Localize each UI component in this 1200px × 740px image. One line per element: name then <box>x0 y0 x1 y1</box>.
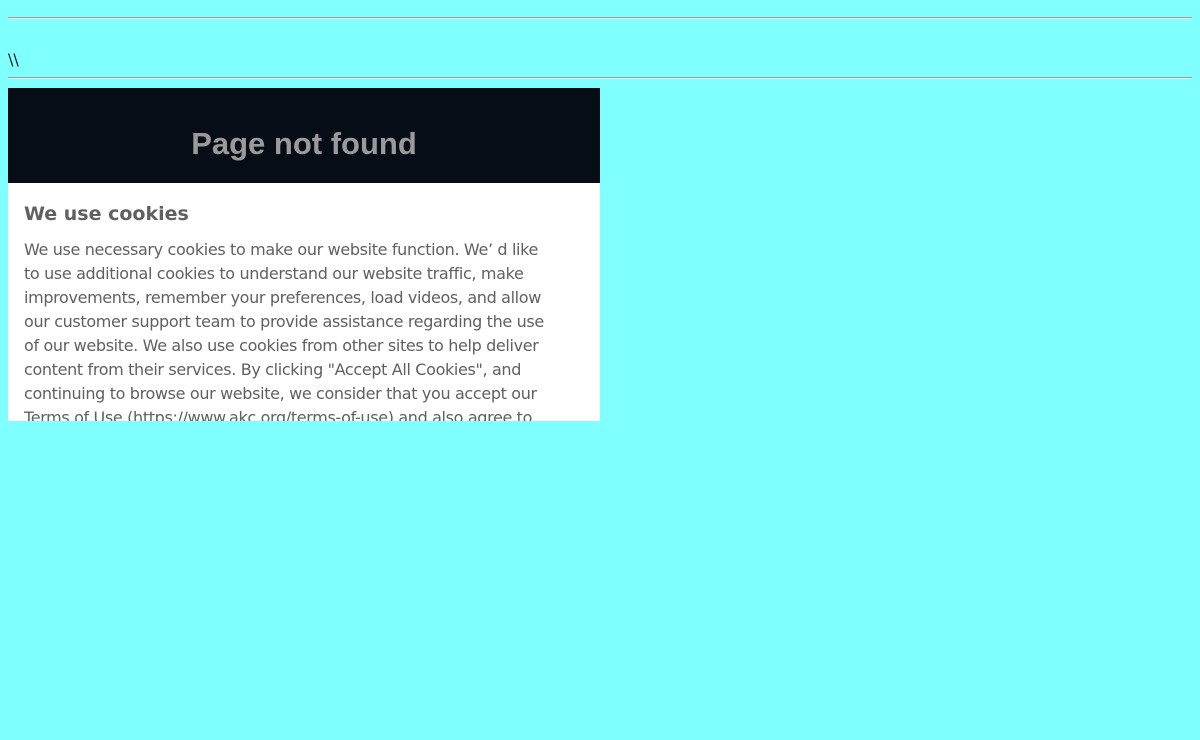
cookie-notice-text: We use necessary cookies to make our web… <box>24 238 544 421</box>
backslash-text: \\ <box>8 50 19 69</box>
embedded-frame: Page not found We use cookies We use nec… <box>8 88 600 421</box>
top-horizontal-rule <box>8 17 1192 19</box>
cookie-text-line: content from their services. By clicking… <box>24 360 522 379</box>
cookie-text-line: Terms of Use (https://www.akc.org/terms-… <box>24 408 533 421</box>
cookie-text-line: our customer support team to provide ass… <box>24 312 544 331</box>
page-not-found-banner: Page not found <box>8 88 600 183</box>
cookie-notice-title: We use cookies <box>24 203 189 225</box>
page-title: Page not found <box>191 125 417 161</box>
page: \\ Page not found We use cookies We use … <box>8 0 1192 740</box>
cookie-text-line: of our website. We also use cookies from… <box>24 336 539 355</box>
cookie-text-line: continuing to browse our website, we con… <box>24 384 537 403</box>
cookie-notice-panel: We use cookies We use necessary cookies … <box>8 183 600 421</box>
cookie-text-line: to use additional cookies to understand … <box>24 264 524 283</box>
cookie-text-line: We use necessary cookies to make our web… <box>24 240 538 259</box>
bottom-horizontal-rule <box>8 77 1192 79</box>
cookie-text-line: improvements, remember your preferences,… <box>24 288 541 307</box>
